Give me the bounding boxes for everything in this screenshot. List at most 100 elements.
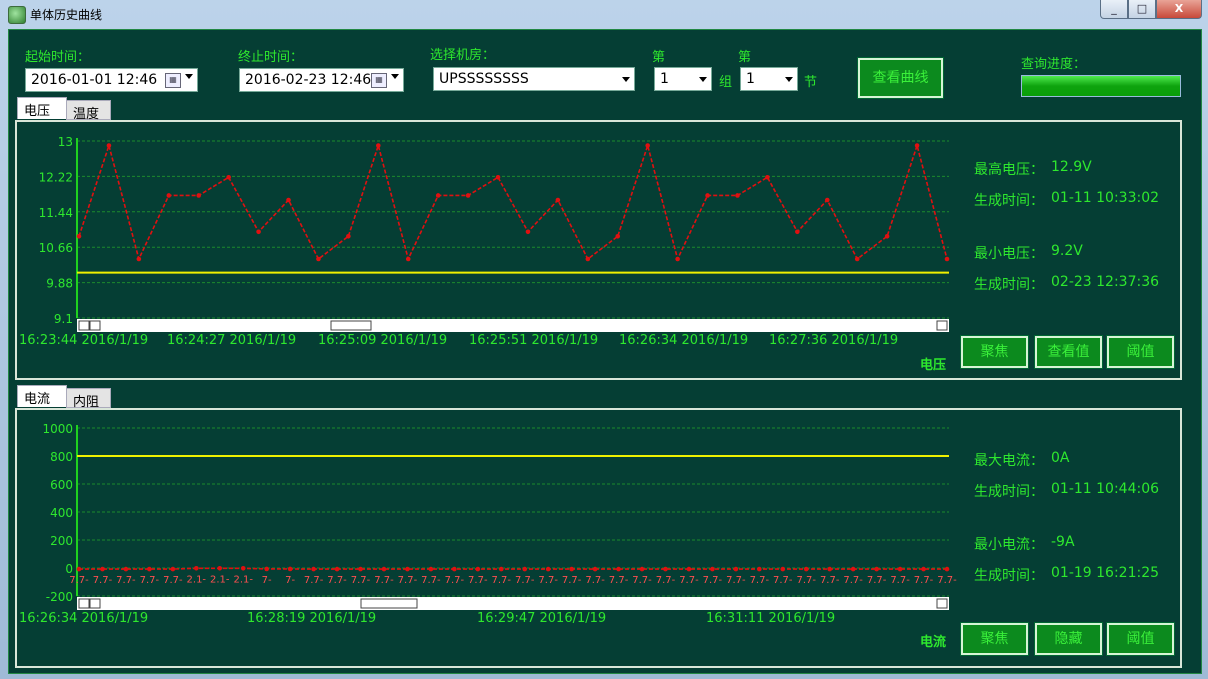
focus-button[interactable]: 聚焦 <box>961 336 1028 368</box>
min-current-time-row: 生成时间： 01-19 16:21:25 <box>974 565 1159 585</box>
y-tick-label: 200 <box>50 534 73 548</box>
data-point <box>675 256 680 262</box>
current-panel: 1000 800 600 400 200 0 -200 7.7- 7.7- 7.7- 7.7- 7.7… <box>15 408 1182 668</box>
data-point <box>358 566 363 572</box>
data-label: 7.7- <box>492 575 512 586</box>
room-select[interactable]: UPSSSSSSSS <box>433 67 635 91</box>
data-point <box>498 566 504 572</box>
data-label: 7.7- <box>703 575 723 586</box>
data-point <box>545 566 551 572</box>
data-point <box>196 193 202 198</box>
data-label: 7.7- <box>538 575 558 586</box>
y-tick-label: 600 <box>50 478 73 492</box>
max-current-time-row: 生成时间： 01-11 10:44:06 <box>974 481 1159 501</box>
data-label: 7.7- <box>93 575 113 586</box>
data-point <box>874 566 879 572</box>
hide-button[interactable]: 隐藏 <box>1035 623 1102 655</box>
start-time-picker[interactable]: 2016-01-01 12:46 ▦ <box>25 68 198 92</box>
x-tick-label: 16:29:47 2016/1/19 <box>477 611 606 626</box>
data-point <box>264 566 269 572</box>
close-button[interactable]: X <box>1156 0 1202 19</box>
maximize-button[interactable]: □ <box>1128 0 1156 19</box>
data-label: 7.7- <box>679 575 699 586</box>
data-label: 7.7- <box>445 575 465 586</box>
chevron-down-icon[interactable] <box>185 74 193 79</box>
data-label: 7.7- <box>163 575 183 586</box>
min-voltage-time-value: 02-23 12:37:36 <box>1051 274 1160 290</box>
max-voltage-row: 最高电压： 12.9V <box>974 159 1092 179</box>
threshold-button[interactable]: 阈值 <box>1107 623 1174 655</box>
x-scrollbar <box>77 597 949 610</box>
data-label: 7.7- <box>374 575 394 586</box>
data-label: 7.7- <box>140 575 160 586</box>
data-label: 7.7- <box>914 575 934 586</box>
data-point <box>897 566 903 572</box>
chevron-down-icon[interactable] <box>391 74 399 79</box>
data-label: 7.7- <box>562 575 582 586</box>
data-label: 7- <box>285 575 295 586</box>
section-select[interactable]: 1 <box>740 67 798 91</box>
x-tick-label: 16:26:34 2016/1/19 <box>619 333 748 348</box>
min-current-row: 最小电流： -9A <box>974 534 1075 554</box>
chevron-down-icon[interactable] <box>785 77 793 82</box>
minimize-button[interactable]: _ <box>1100 0 1128 19</box>
data-point <box>428 566 434 572</box>
client-area: 起始时间： 2016-01-01 12:46 ▦ 终止时间： 2016-02-2… <box>8 29 1202 674</box>
y-tick-label: 800 <box>50 450 73 464</box>
threshold-button[interactable]: 阈值 <box>1107 336 1174 368</box>
data-point <box>645 143 650 148</box>
data-label: 7.7- <box>327 575 347 586</box>
series-line <box>78 142 948 262</box>
chevron-down-icon[interactable] <box>622 77 630 82</box>
y-tick-label: 13 <box>58 135 73 149</box>
tab-voltage[interactable]: 电压 <box>17 97 67 119</box>
end-time-value: 2016-02-23 12:46 <box>245 72 372 88</box>
max-voltage-time-row: 生成时间： 01-11 10:33:02 <box>974 190 1159 210</box>
data-label: 7.7- <box>585 575 605 586</box>
end-time-picker[interactable]: 2016-02-23 12:46 ▦ <box>239 68 404 92</box>
y-tick-label: 11.44 <box>39 206 73 220</box>
data-point <box>452 566 457 572</box>
section-prefix: 第 <box>738 50 752 65</box>
data-point <box>569 566 574 572</box>
data-point <box>76 566 82 572</box>
data-point <box>170 566 176 572</box>
data-label: 7.7- <box>69 575 89 586</box>
x-tick-label: 16:23:44 2016/1/19 <box>19 333 148 348</box>
max-current-label: 最大电流： <box>974 453 1044 469</box>
data-point <box>663 566 668 572</box>
focus-button[interactable]: 聚焦 <box>961 623 1028 655</box>
max-voltage-time-label: 生成时间： <box>974 193 1044 209</box>
data-point <box>136 256 142 262</box>
calendar-icon[interactable]: ▦ <box>165 73 181 88</box>
min-current-time-value: 01-19 16:21:25 <box>1051 565 1160 581</box>
chevron-down-icon[interactable] <box>699 77 707 82</box>
data-point <box>884 234 890 239</box>
tab-resistance[interactable]: 内阻 <box>66 388 111 410</box>
title-bar: 单体历史曲线 _ □ X <box>0 0 1208 28</box>
data-label: 7.7- <box>867 575 887 586</box>
progress-label: 查询进度： <box>1021 57 1087 72</box>
section-value: 1 <box>746 71 755 87</box>
data-label: 7- <box>262 575 272 586</box>
group-select[interactable]: 1 <box>654 67 712 91</box>
tab-current[interactable]: 电流 <box>17 385 67 407</box>
view-values-button[interactable]: 查看值 <box>1035 336 1102 368</box>
data-point <box>686 566 692 572</box>
data-point <box>615 234 621 239</box>
min-voltage-row: 最小电压： 9.2V <box>974 243 1083 263</box>
start-time-value: 2016-01-01 12:46 <box>31 72 158 88</box>
tab-temperature[interactable]: 温度 <box>66 100 111 122</box>
voltage-chart: 13 12.22 11.44 10.66 9.88 9.1 16:23:44 2016/1/… <box>19 135 950 348</box>
data-point <box>316 256 321 262</box>
data-point <box>123 566 129 572</box>
data-label: 7.7- <box>398 575 418 586</box>
data-point <box>381 566 387 572</box>
x-tick-label: 16:24:27 2016/1/19 <box>167 333 296 348</box>
data-point <box>555 197 561 203</box>
calendar-icon[interactable]: ▦ <box>371 73 387 88</box>
data-point <box>435 193 441 198</box>
max-current-time-value: 01-11 10:44:06 <box>1051 481 1160 497</box>
y-tick-label: 0 <box>65 562 73 576</box>
view-curve-button[interactable]: 查看曲线 <box>858 58 943 98</box>
